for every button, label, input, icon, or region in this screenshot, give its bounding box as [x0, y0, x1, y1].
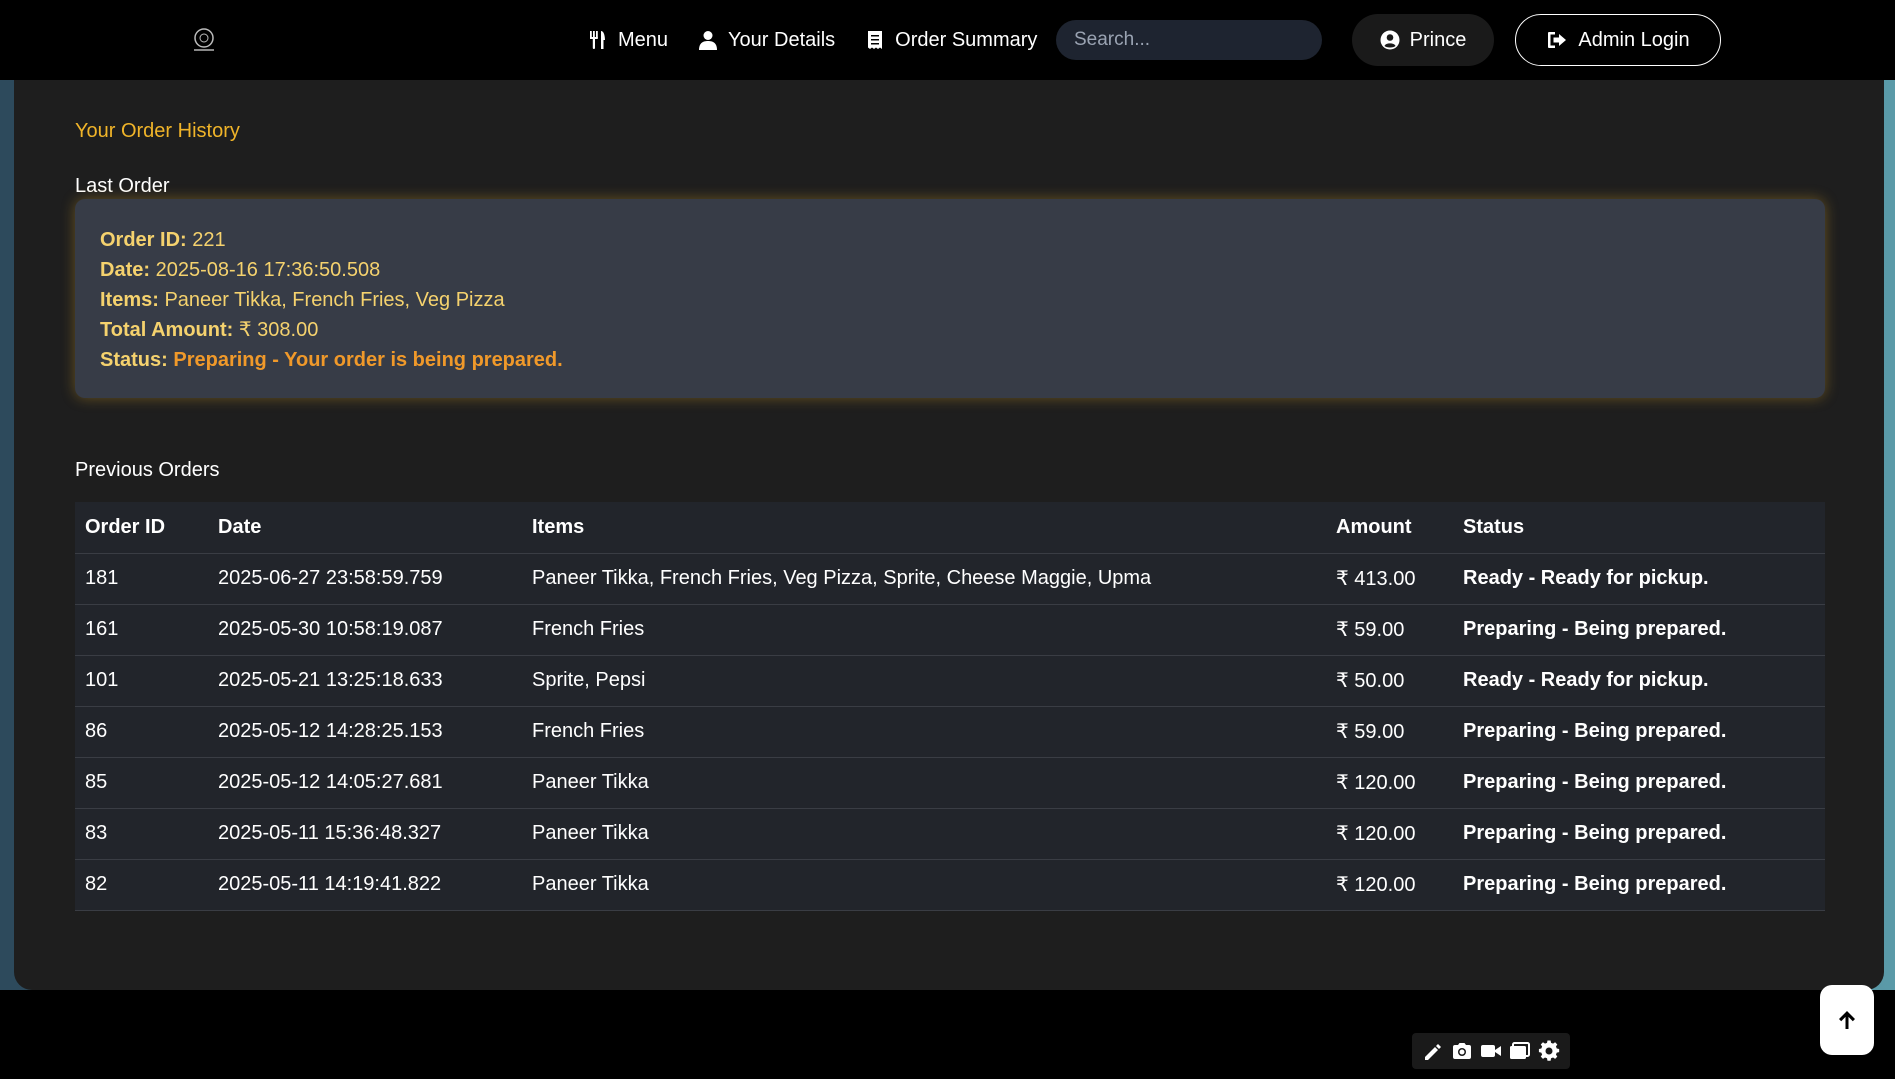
- table-header-row: Order ID Date Items Amount Status: [75, 502, 1825, 554]
- date-cell: 2025-05-21 13:25:18.633: [208, 655, 522, 707]
- order-id-cell: 85: [75, 757, 208, 809]
- nav-order-summary-label: Order Summary: [895, 28, 1038, 51]
- items-cell: Sprite, Pepsi: [522, 655, 1326, 707]
- column-header-items: Items: [522, 502, 1326, 554]
- date-cell: 2025-05-12 14:05:27.681: [208, 757, 522, 809]
- table-row: 86 2025-05-12 14:28:25.153 French Fries ₹ 5…: [75, 706, 1825, 758]
- table-row: 181 2025-06-27 23:58:59.759 Paneer Tikka, …: [75, 553, 1825, 605]
- items-cell: Paneer Tikka: [522, 757, 1326, 809]
- logo-icon: [194, 28, 214, 51]
- user-profile-button[interactable]: Prince: [1352, 14, 1494, 66]
- last-order-status-value: Preparing - Your order is being prepared…: [173, 349, 563, 371]
- table-row: 85 2025-05-12 14:05:27.681 Paneer Tikka ₹ 1…: [75, 757, 1825, 809]
- previous-orders-table: Order ID Date Items Amount Status 181 202…: [75, 502, 1825, 911]
- items-cell: French Fries: [522, 604, 1326, 656]
- order-id-cell: 82: [75, 859, 208, 911]
- status-cell: Preparing - Being prepared.: [1453, 757, 1825, 809]
- status-cell: Ready - Ready for pickup.: [1453, 655, 1825, 707]
- amount-cell: ₹ 59.00: [1326, 706, 1453, 758]
- nav-order-summary-link[interactable]: Order Summary: [865, 29, 1037, 52]
- column-header-status: Status: [1453, 502, 1825, 554]
- nav-links: Menu Your Details Order Summary: [588, 0, 1037, 80]
- last-order-total: Total Amount: ₹ 308.00: [100, 319, 319, 341]
- last-order-items: Items: Paneer Tikka, French Fries, Veg P…: [100, 289, 505, 311]
- edit-icon[interactable]: [1422, 1040, 1444, 1062]
- items-cell: Paneer Tikka, French Fries, Veg Pizza, S…: [522, 553, 1326, 605]
- date-cell: 2025-05-12 14:28:25.153: [208, 706, 522, 758]
- order-id-cell: 86: [75, 706, 208, 758]
- order-id-cell: 161: [75, 604, 208, 656]
- amount-cell: ₹ 59.00: [1326, 604, 1453, 656]
- window-icon[interactable]: [1509, 1040, 1531, 1062]
- column-header-order-id: Order ID: [75, 502, 208, 554]
- utensils-icon: [590, 31, 605, 49]
- last-order-heading: Last Order: [75, 175, 170, 197]
- user-name-label: Prince: [1409, 28, 1467, 51]
- column-header-amount: Amount: [1326, 502, 1453, 554]
- last-order-id: Order ID: 221: [100, 229, 226, 251]
- scroll-to-top-button[interactable]: [1820, 985, 1874, 1055]
- order-id-cell: 83: [75, 808, 208, 860]
- date-cell: 2025-05-11 14:19:41.822: [208, 859, 522, 911]
- table-body: 181 2025-06-27 23:58:59.759 Paneer Tikka, …: [75, 553, 1825, 911]
- table-row: 83 2025-05-11 15:36:48.327 Paneer Tikka ₹ 1…: [75, 808, 1825, 860]
- table-row: 161 2025-05-30 10:58:19.087 French Fries ₹ …: [75, 604, 1825, 656]
- gear-icon[interactable]: [1538, 1040, 1560, 1062]
- admin-login-button[interactable]: Admin Login: [1515, 14, 1721, 66]
- status-cell: Preparing - Being prepared.: [1453, 808, 1825, 860]
- last-order-card: Order ID: 221 Date: 2025-08-16 17:36:50.…: [75, 199, 1825, 398]
- column-header-date: Date: [208, 502, 522, 554]
- order-id-cell: 101: [75, 655, 208, 707]
- last-order-status: Status: Preparing - Your order is being …: [100, 349, 563, 371]
- amount-cell: ₹ 120.00: [1326, 757, 1453, 809]
- items-cell: Paneer Tikka: [522, 859, 1326, 911]
- items-cell: Paneer Tikka: [522, 808, 1326, 860]
- nav-your-details-label: Your Details: [728, 28, 836, 51]
- date-cell: 2025-05-30 10:58:19.087: [208, 604, 522, 656]
- status-cell: Preparing - Being prepared.: [1453, 706, 1825, 758]
- capture-toolbar: [1412, 1033, 1570, 1069]
- last-order-date: Date: 2025-08-16 17:36:50.508: [100, 259, 381, 281]
- date-cell: 2025-05-11 15:36:48.327: [208, 808, 522, 860]
- video-camera-icon[interactable]: [1480, 1040, 1502, 1062]
- amount-cell: ₹ 50.00: [1326, 655, 1453, 707]
- user-icon: [699, 31, 718, 50]
- table-row: 82 2025-05-11 14:19:41.822 Paneer Tikka ₹ 1…: [75, 859, 1825, 911]
- camera-icon[interactable]: [1451, 1040, 1473, 1062]
- search-box: [1056, 20, 1322, 60]
- nav-menu-label: Menu: [618, 28, 669, 51]
- restaurant-logo[interactable]: [186, 22, 222, 58]
- admin-login-label: Admin Login: [1578, 28, 1690, 51]
- sign-out-icon: [1548, 32, 1567, 48]
- amount-cell: ₹ 413.00: [1326, 553, 1453, 605]
- top-navbar: Menu Your Details Order Summary Search..…: [0, 0, 1895, 80]
- status-cell: Ready - Ready for pickup.: [1453, 553, 1825, 605]
- date-cell: 2025-06-27 23:58:59.759: [208, 553, 522, 605]
- nav-menu-link[interactable]: Menu: [588, 29, 668, 52]
- amount-cell: ₹ 120.00: [1326, 859, 1453, 911]
- receipt-icon: [868, 31, 883, 49]
- user-circle-icon: [1380, 30, 1400, 50]
- search-input[interactable]: [1074, 29, 1319, 51]
- table-row: 101 2025-05-21 13:25:18.633 Sprite, Pepsi ₹…: [75, 655, 1825, 707]
- order-history-title: Your Order History: [75, 120, 240, 142]
- items-cell: French Fries: [522, 706, 1326, 758]
- status-cell: Preparing - Being prepared.: [1453, 604, 1825, 656]
- nav-your-details-link[interactable]: Your Details: [698, 29, 835, 52]
- amount-cell: ₹ 120.00: [1326, 808, 1453, 860]
- previous-orders-heading: Previous Orders: [75, 459, 220, 481]
- status-cell: Preparing - Being prepared.: [1453, 859, 1825, 911]
- order-id-cell: 181: [75, 553, 208, 605]
- arrow-up-icon: [1839, 1011, 1855, 1029]
